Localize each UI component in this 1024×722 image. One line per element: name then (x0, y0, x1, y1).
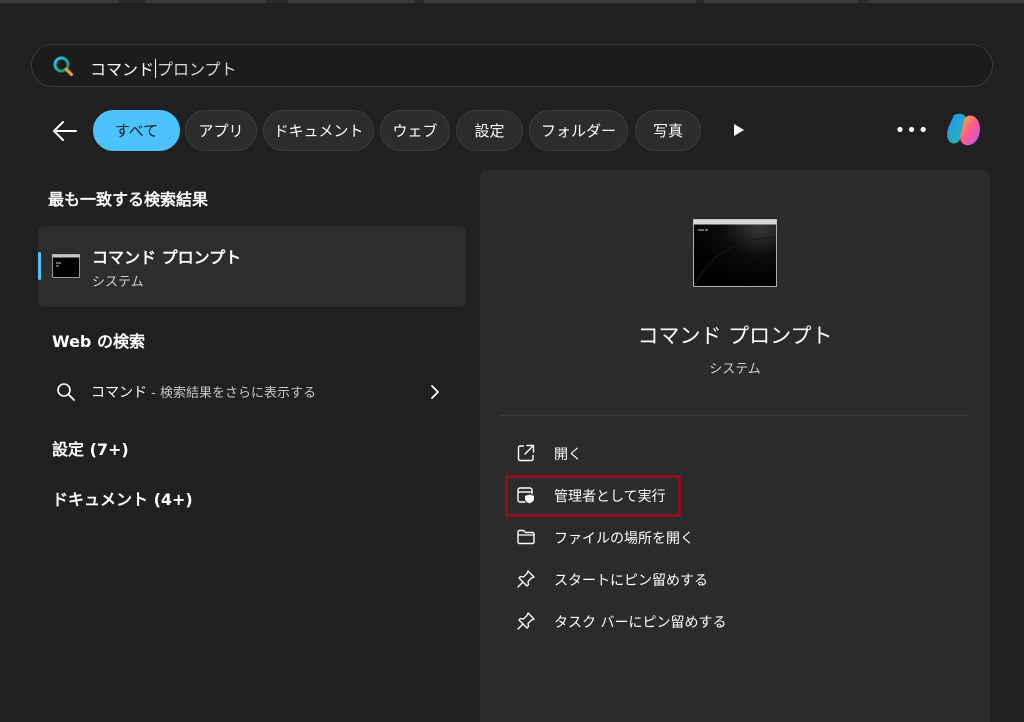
action-pin-to-taskbar-label: タスク バーにピン留めする (554, 615, 727, 631)
copilot-button[interactable] (942, 109, 986, 151)
more-options-button[interactable]: ••• (895, 116, 929, 144)
text-caret (155, 59, 157, 78)
open-external-icon (516, 443, 536, 463)
web-search-heading: Web の検索 (52, 332, 145, 351)
documents-heading[interactable]: ドキュメント (4+) (52, 486, 193, 510)
search-box[interactable]: コマンド プロンプト (31, 44, 993, 87)
best-match-name: コマンド プロンプト (92, 248, 242, 267)
preview-divider (500, 415, 968, 416)
action-open[interactable]: 開く (510, 436, 810, 470)
preview-app-subtitle: システム (709, 362, 761, 377)
pin-icon (516, 569, 536, 589)
folder-icon (516, 527, 536, 547)
search-icon (56, 382, 76, 402)
best-match-item[interactable]: コマンド プロンプト システム (38, 226, 466, 307)
web-search-suffix: - 検索結果をさらに表示する (147, 386, 316, 401)
command-prompt-icon (52, 254, 80, 278)
action-pin-to-start[interactable]: スタートにピン留めする (510, 562, 810, 596)
filter-chip-settings[interactable]: 設定 (456, 110, 523, 151)
web-search-query: コマンド (91, 385, 147, 401)
action-pin-to-taskbar[interactable]: タスク バーにピン留めする (510, 604, 810, 638)
action-pin-to-start-label: スタートにピン留めする (554, 573, 708, 589)
search-suggestion-text: プロンプト (157, 60, 237, 79)
filter-chip-web[interactable]: ウェブ (380, 110, 450, 151)
action-open-file-location[interactable]: ファイルの場所を開く (510, 520, 810, 554)
search-input[interactable]: コマンド プロンプト (90, 56, 237, 80)
command-prompt-icon (693, 219, 777, 287)
search-typed-text: コマンド (90, 60, 155, 79)
action-run-as-admin[interactable]: 管理者として実行 (510, 478, 810, 512)
pin-icon (516, 611, 536, 631)
action-open-label: 開く (554, 447, 582, 463)
filter-chip-folders[interactable]: フォルダー (529, 110, 628, 151)
shield-window-icon (516, 485, 536, 505)
search-icon (52, 55, 74, 77)
selection-indicator (38, 252, 41, 280)
web-search-result[interactable]: コマンド - 検索結果をさらに表示する (38, 372, 466, 412)
chevron-right-icon (428, 383, 442, 401)
web-search-text: コマンド - 検索結果をさらに表示する (91, 382, 316, 402)
preview-app-name: コマンド プロンプト (637, 324, 833, 348)
action-open-file-location-label: ファイルの場所を開く (554, 531, 694, 547)
back-button[interactable] (48, 114, 82, 148)
filter-chip-all[interactable]: すべて (93, 110, 180, 151)
best-match-subtitle: システム (92, 275, 144, 290)
filter-chip-documents[interactable]: ドキュメント (263, 110, 374, 151)
copilot-icon (947, 113, 980, 146)
best-match-heading: 最も一致する検索結果 (48, 190, 209, 209)
arrow-left-icon (53, 121, 77, 141)
window-top-strip (0, 0, 1024, 3)
action-run-as-admin-label: 管理者として実行 (554, 489, 666, 505)
filter-chip-apps[interactable]: アプリ (185, 110, 257, 151)
settings-heading[interactable]: 設定 (7+) (52, 436, 129, 460)
filter-chip-photos[interactable]: 写真 (635, 110, 701, 151)
preview-panel: コマンド プロンプト システム 開く 管理者として実行 ファイルの場所を開く ス… (480, 170, 990, 722)
play-arrow-icon (734, 124, 744, 136)
more-filters-button[interactable] (728, 118, 750, 142)
